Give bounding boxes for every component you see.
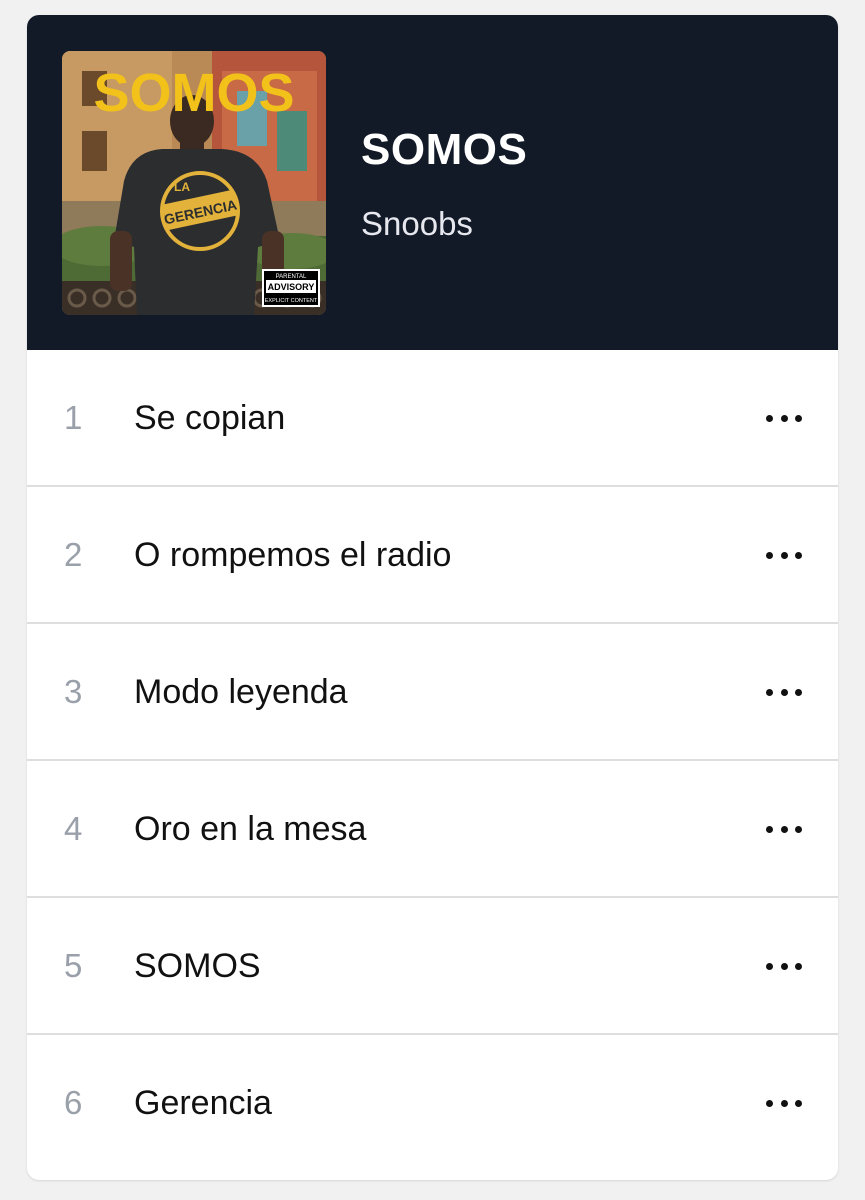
track-title[interactable]: Oro en la mesa <box>134 810 366 849</box>
track-title[interactable]: Gerencia <box>134 1084 272 1123</box>
advisory-top: PARENTAL <box>276 274 307 280</box>
track-title[interactable]: Modo leyenda <box>134 673 348 712</box>
track-row[interactable]: 3 Modo leyenda <box>27 624 838 761</box>
album-artist[interactable]: Snoobs <box>361 205 473 243</box>
track-number: 3 <box>64 673 83 710</box>
more-horizontal-icon[interactable] <box>766 1093 802 1113</box>
track-number: 6 <box>64 1084 83 1121</box>
album-header: LA GERENCIA SOMOS PARENTAL ADVISORY EXPL… <box>27 15 838 350</box>
more-horizontal-icon[interactable] <box>766 819 802 839</box>
more-horizontal-icon[interactable] <box>766 956 802 976</box>
album-cover-art: LA GERENCIA SOMOS PARENTAL ADVISORY EXPL… <box>62 51 326 315</box>
track-row[interactable]: 6 Gerencia <box>27 1035 838 1172</box>
cover-title: SOMOS <box>93 63 294 123</box>
track-row[interactable]: 1 Se copian <box>27 350 838 487</box>
advisory-mid: ADVISORY <box>268 282 315 292</box>
album-title[interactable]: SOMOS <box>361 125 527 175</box>
track-row[interactable]: 5 SOMOS <box>27 898 838 1035</box>
album-card: LA GERENCIA SOMOS PARENTAL ADVISORY EXPL… <box>27 15 838 1180</box>
more-horizontal-icon[interactable] <box>766 408 802 428</box>
track-row[interactable]: 4 Oro en la mesa <box>27 761 838 898</box>
shirt-logo-top: LA <box>174 180 190 194</box>
track-title[interactable]: SOMOS <box>134 947 261 986</box>
track-number: 4 <box>64 810 83 847</box>
track-number: 2 <box>64 536 83 573</box>
track-number: 5 <box>64 947 83 984</box>
more-horizontal-icon[interactable] <box>766 545 802 565</box>
advisory-bottom: EXPLICIT CONTENT <box>265 298 318 304</box>
track-row[interactable]: 2 O rompemos el radio <box>27 487 838 624</box>
track-title[interactable]: Se copian <box>134 399 285 438</box>
track-list: 1 Se copian 2 O rompemos el radio 3 Modo… <box>27 350 838 1172</box>
track-title[interactable]: O rompemos el radio <box>134 536 451 575</box>
more-horizontal-icon[interactable] <box>766 682 802 702</box>
album-cover[interactable]: LA GERENCIA SOMOS PARENTAL ADVISORY EXPL… <box>62 51 326 315</box>
track-number: 1 <box>64 399 83 436</box>
